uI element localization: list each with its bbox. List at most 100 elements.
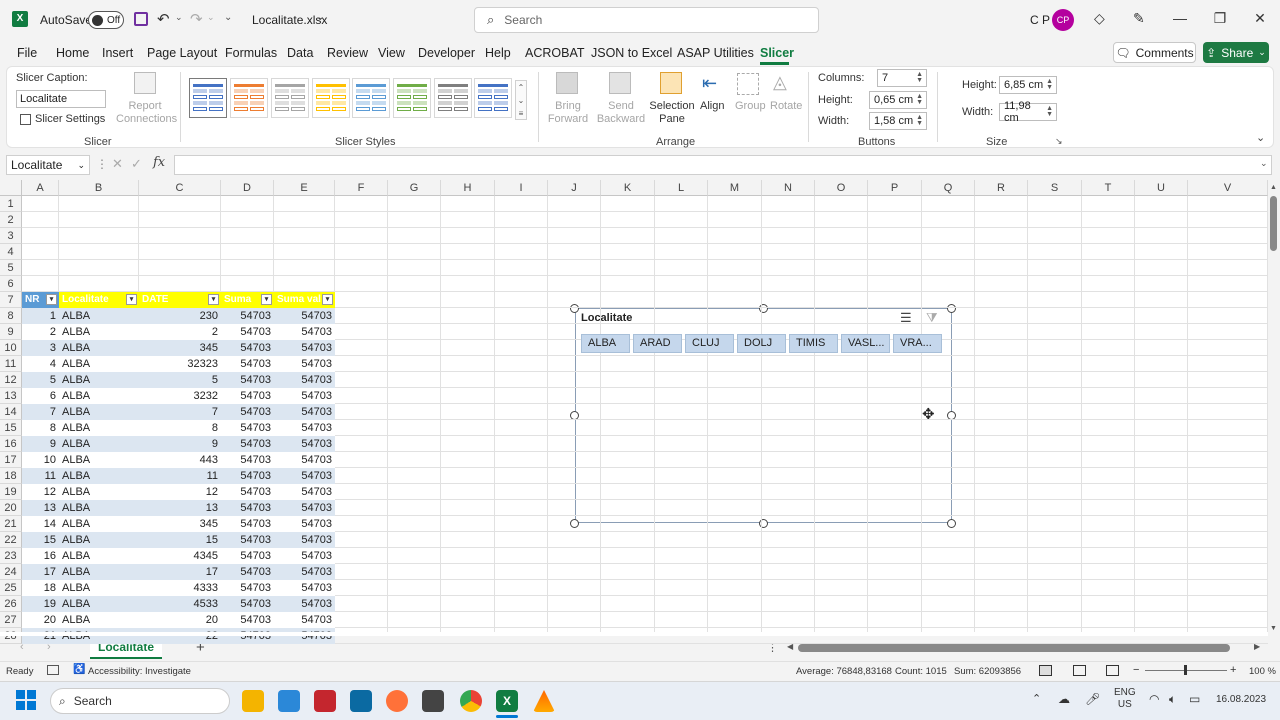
table-cell[interactable]: ALBA bbox=[59, 340, 139, 356]
table-cell[interactable]: ALBA bbox=[59, 452, 139, 468]
table-cell[interactable]: 15 bbox=[139, 532, 221, 548]
table-cell[interactable]: 54703 bbox=[221, 468, 274, 484]
spinner-icon[interactable]: ▲ ▼ bbox=[1046, 105, 1053, 118]
column-header[interactable]: H bbox=[441, 180, 495, 196]
select-all-corner[interactable] bbox=[0, 180, 22, 196]
table-cell[interactable]: 345 bbox=[139, 340, 221, 356]
table-cell[interactable]: 54703 bbox=[274, 420, 335, 436]
table-cell[interactable]: 8 bbox=[139, 420, 221, 436]
table-cell[interactable]: 54703 bbox=[221, 404, 274, 420]
table-cell[interactable]: ALBA bbox=[59, 612, 139, 628]
table-cell[interactable]: ALBA bbox=[59, 436, 139, 452]
status-count[interactable]: Count: 1015 bbox=[895, 666, 947, 677]
table-cell[interactable]: 54703 bbox=[221, 420, 274, 436]
row-header[interactable]: 24 bbox=[0, 564, 22, 580]
filter-dropdown-icon[interactable]: ▾ bbox=[126, 294, 137, 305]
table-cell[interactable]: 54703 bbox=[221, 596, 274, 612]
table-cell[interactable]: 20 bbox=[22, 612, 59, 628]
zoom-slider-thumb[interactable] bbox=[1184, 665, 1187, 675]
insert-function-icon[interactable]: fx bbox=[153, 155, 165, 170]
menu-acrobat[interactable]: ACROBAT bbox=[525, 46, 585, 60]
table-cell[interactable]: 54703 bbox=[221, 308, 274, 324]
column-header[interactable]: C bbox=[139, 180, 221, 196]
spinner-icon[interactable]: ▲ ▼ bbox=[916, 114, 923, 127]
close-icon[interactable]: ✕ bbox=[1250, 10, 1270, 27]
table-cell[interactable]: 54703 bbox=[274, 548, 335, 564]
table-cell[interactable]: ALBA bbox=[59, 500, 139, 516]
column-header[interactable]: V bbox=[1188, 180, 1268, 196]
table-cell[interactable]: 54703 bbox=[221, 324, 274, 340]
table-cell[interactable]: ALBA bbox=[59, 516, 139, 532]
row-header[interactable]: 16 bbox=[0, 436, 22, 452]
row-header[interactable]: 26 bbox=[0, 596, 22, 612]
table-cell[interactable]: ALBA bbox=[59, 468, 139, 484]
table-cell[interactable]: 54703 bbox=[221, 532, 274, 548]
row-header[interactable]: 10 bbox=[0, 340, 22, 356]
row-header[interactable]: 18 bbox=[0, 468, 22, 484]
table-cell[interactable]: 2 bbox=[139, 324, 221, 340]
table-cell[interactable]: 4333 bbox=[139, 580, 221, 596]
cancel-icon[interactable]: ✕ bbox=[112, 156, 123, 172]
slicer-item[interactable]: CLUJ bbox=[685, 334, 734, 353]
table-cell[interactable]: 21 bbox=[22, 628, 59, 644]
name-box[interactable]: Localitate ⌄ bbox=[6, 155, 90, 175]
column-header[interactable]: R bbox=[975, 180, 1028, 196]
avatar[interactable]: CP bbox=[1052, 9, 1074, 31]
button-height-field[interactable]: 0,65 cm ▲ ▼ bbox=[869, 91, 927, 109]
table-cell[interactable]: 54703 bbox=[274, 516, 335, 532]
table-cell[interactable]: 54703 bbox=[221, 356, 274, 372]
table-cell[interactable]: 54703 bbox=[221, 340, 274, 356]
table-cell[interactable]: 11 bbox=[139, 468, 221, 484]
row-header[interactable]: 27 bbox=[0, 612, 22, 628]
row-header[interactable]: 21 bbox=[0, 516, 22, 532]
row-header[interactable]: 8 bbox=[0, 308, 22, 324]
table-cell[interactable]: 4 bbox=[22, 356, 59, 372]
table-cell[interactable]: 20 bbox=[139, 612, 221, 628]
volume-icon[interactable]: 🔈︎ bbox=[1169, 692, 1176, 707]
page-break-view-icon[interactable] bbox=[1106, 665, 1119, 676]
rotate-button[interactable]: Rotate bbox=[770, 100, 802, 112]
table-cell[interactable]: 54703 bbox=[221, 580, 274, 596]
redo-dropdown-icon[interactable]: ⌄ bbox=[207, 12, 215, 23]
column-header[interactable]: Q bbox=[922, 180, 975, 196]
slicer-style-option[interactable] bbox=[271, 78, 309, 118]
column-header[interactable]: I bbox=[495, 180, 548, 196]
app-icon[interactable] bbox=[422, 690, 444, 712]
table-header-cell[interactable]: DATE ▾ bbox=[139, 292, 221, 308]
resize-handle[interactable] bbox=[947, 304, 956, 313]
table-cell[interactable]: 16 bbox=[22, 548, 59, 564]
table-cell[interactable]: 54703 bbox=[221, 436, 274, 452]
row-header[interactable]: 19 bbox=[0, 484, 22, 500]
table-cell[interactable]: 54703 bbox=[221, 372, 274, 388]
table-cell[interactable]: ALBA bbox=[59, 628, 139, 644]
spinner-icon[interactable]: ▲ ▼ bbox=[916, 71, 923, 84]
menu-data[interactable]: Data bbox=[287, 46, 313, 60]
slicer-settings-button[interactable]: Slicer Settings bbox=[20, 113, 105, 125]
table-cell[interactable]: 54703 bbox=[274, 564, 335, 580]
formula-input[interactable] bbox=[174, 155, 1272, 175]
column-header[interactable]: A bbox=[22, 180, 59, 196]
group-button[interactable]: Group bbox=[735, 100, 766, 112]
slicer-item[interactable]: ALBA bbox=[581, 334, 630, 353]
table-cell[interactable]: 54703 bbox=[274, 468, 335, 484]
column-header[interactable]: T bbox=[1082, 180, 1135, 196]
table-cell[interactable]: 54703 bbox=[274, 388, 335, 404]
battery-icon[interactable]: ▭ bbox=[1189, 692, 1200, 706]
row-header[interactable]: 7 bbox=[0, 292, 22, 308]
table-cell[interactable]: 17 bbox=[139, 564, 221, 580]
row-header[interactable]: 2 bbox=[0, 212, 22, 228]
resize-handle[interactable] bbox=[570, 519, 579, 528]
comments-button[interactable]: 🗨 Comments bbox=[1113, 42, 1196, 63]
menu-insert[interactable]: Insert bbox=[102, 46, 133, 60]
table-cell[interactable]: 54703 bbox=[274, 356, 335, 372]
dialog-launcher-icon[interactable]: ↘ bbox=[1055, 136, 1063, 147]
expand-formula-icon[interactable]: ⌄ bbox=[1260, 158, 1268, 169]
table-cell[interactable]: 54703 bbox=[221, 612, 274, 628]
table-cell[interactable]: 54703 bbox=[221, 484, 274, 500]
table-cell[interactable]: 54703 bbox=[274, 452, 335, 468]
table-cell[interactable]: ALBA bbox=[59, 596, 139, 612]
restore-icon[interactable]: ❐ bbox=[1210, 10, 1230, 27]
table-cell[interactable]: 3 bbox=[22, 340, 59, 356]
column-header[interactable]: N bbox=[762, 180, 815, 196]
report-connections-button[interactable]: Report Connections bbox=[116, 100, 177, 126]
